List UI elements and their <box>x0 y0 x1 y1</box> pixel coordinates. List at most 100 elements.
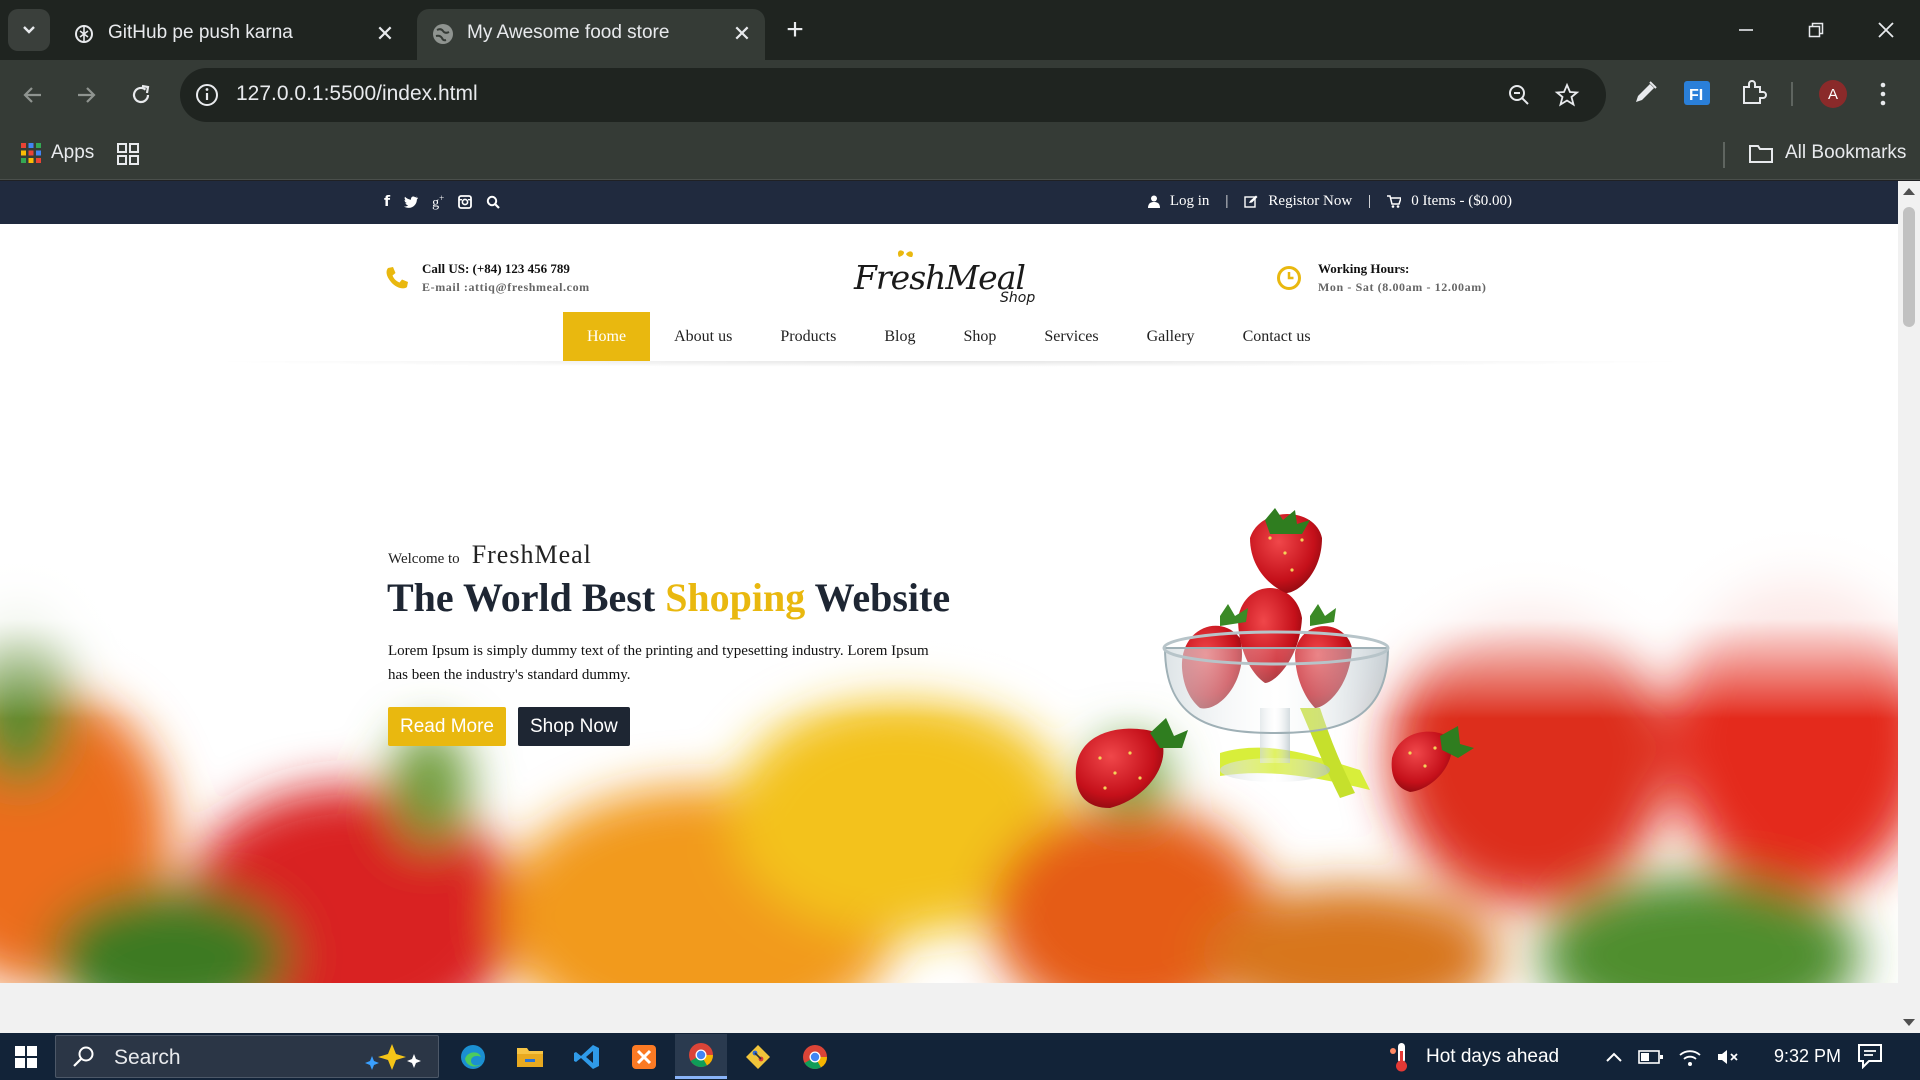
edit-icon <box>1244 195 1258 208</box>
cart-link[interactable]: 0 Items - ($0.00) <box>1411 193 1512 210</box>
address-bar[interactable]: 127.0.0.1:5500/index.html <box>180 68 1606 122</box>
chrome-icon <box>689 1043 713 1068</box>
pen-extension-icon[interactable] <box>1630 78 1660 108</box>
nav-products[interactable]: Products <box>756 312 860 361</box>
shop-now-button[interactable]: Shop Now <box>518 707 630 746</box>
profile-avatar[interactable]: A <box>1819 80 1847 108</box>
clock-icon <box>1277 266 1301 290</box>
site-logo[interactable]: FreshMeal Shop <box>852 246 1042 312</box>
forward-arrow-icon <box>78 87 96 103</box>
hero-headline: The World Best Shoping Website <box>387 574 950 621</box>
nav-shop[interactable]: Shop <box>939 312 1020 361</box>
svg-text:FI: FI <box>1689 87 1703 104</box>
tab-title: GitHub pe push karna <box>108 22 293 43</box>
headline-part: Website <box>805 575 951 620</box>
reload-button[interactable] <box>122 76 160 114</box>
git-icon <box>746 1044 770 1069</box>
taskbar-search[interactable]: Search <box>55 1035 439 1078</box>
new-tab-button[interactable]: + <box>778 13 812 47</box>
minimize-icon <box>1739 29 1753 31</box>
toolbar-divider <box>1791 82 1793 106</box>
headline-highlight: Shoping <box>665 575 806 620</box>
chevron-down-icon <box>23 26 35 34</box>
scroll-up-arrow-icon[interactable] <box>1903 188 1915 195</box>
all-bookmarks-label: All Bookmarks <box>1785 142 1907 163</box>
tab-food-store[interactable]: My Awesome food store ✕ <box>417 9 765 60</box>
separator: | <box>1225 193 1229 209</box>
nav-blog[interactable]: Blog <box>860 312 939 361</box>
minimize-button[interactable] <box>1712 0 1780 60</box>
nav-services[interactable]: Services <box>1020 312 1122 361</box>
chrome-icon <box>803 1044 827 1069</box>
facebook-icon[interactable]: f <box>384 194 390 210</box>
chrome-app-active[interactable] <box>675 1034 727 1079</box>
extensions-icon[interactable] <box>1738 78 1768 108</box>
hero-banner: Welcome to FreshMeal The World Best Shop… <box>0 396 1898 983</box>
restore-button[interactable] <box>1782 0 1850 60</box>
chrome-app[interactable] <box>789 1034 841 1079</box>
hours-value: Mon - Sat (8.00am - 12.00am) <box>1318 280 1487 294</box>
back-arrow-icon <box>23 87 41 103</box>
page-scrollbar[interactable] <box>1898 181 1920 1033</box>
instagram-icon[interactable] <box>458 195 473 210</box>
nav-gallery[interactable]: Gallery <box>1123 312 1219 361</box>
back-button[interactable] <box>14 76 52 114</box>
tab-search-button[interactable] <box>8 9 50 51</box>
all-bookmarks-button[interactable]: All Bookmarks <box>1748 142 1906 164</box>
apps-label: Apps <box>51 142 95 163</box>
search-placeholder: Search <box>114 1046 181 1069</box>
scrollbar-thumb[interactable] <box>1903 207 1915 327</box>
logo-sub: Shop <box>1000 290 1036 306</box>
wifi-icon[interactable] <box>1678 1047 1702 1067</box>
bookmark-star-icon[interactable] <box>1554 82 1580 108</box>
google-plus-icon[interactable]: g+ <box>432 193 444 212</box>
notification-icon <box>1858 1044 1882 1070</box>
file-explorer-icon <box>517 1047 543 1067</box>
hero-description: Lorem Ipsum is simply dummy text of the … <box>388 643 929 683</box>
edge-icon <box>461 1044 485 1069</box>
system-tray: 9:32 PM <box>1604 1033 1841 1080</box>
file-explorer-app[interactable] <box>504 1034 556 1079</box>
globe-icon <box>433 24 453 44</box>
nav-home[interactable]: Home <box>563 312 651 361</box>
strawberries-image <box>1075 508 1474 808</box>
twitter-icon[interactable] <box>404 196 419 209</box>
search-icon[interactable] <box>486 195 500 210</box>
scroll-down-arrow-icon[interactable] <box>1903 1019 1915 1026</box>
register-link[interactable]: Registor Now <box>1268 193 1352 210</box>
notifications-button[interactable] <box>1857 1043 1883 1074</box>
clock-time[interactable]: 9:32 PM <box>1774 1046 1841 1067</box>
tab-github[interactable]: GitHub pe push karna ✕ <box>58 9 408 60</box>
apps-bookmark[interactable]: Apps <box>20 142 94 164</box>
tab-title: My Awesome food store <box>467 22 670 43</box>
zoom-icon[interactable] <box>1506 82 1532 108</box>
welcome-brand: FreshMeal <box>471 540 592 569</box>
read-more-button[interactable]: Read More <box>388 707 506 746</box>
git-app[interactable] <box>732 1034 784 1079</box>
restore-icon <box>1808 22 1824 38</box>
close-tab-icon[interactable]: ✕ <box>729 21 755 47</box>
close-window-button[interactable] <box>1852 0 1920 60</box>
site-info-icon[interactable] <box>194 82 220 108</box>
fi-extension-icon[interactable]: FI <box>1682 78 1712 108</box>
vscode-app[interactable] <box>561 1034 613 1079</box>
chevron-up-icon[interactable] <box>1604 1050 1624 1064</box>
nav-contact-us[interactable]: Contact us <box>1219 312 1335 361</box>
weather-widget[interactable]: Hot days ahead <box>1388 1033 1559 1080</box>
edge-app[interactable] <box>447 1034 499 1079</box>
speaker-muted-icon[interactable] <box>1716 1047 1740 1067</box>
welcome-text: Welcome to <box>388 551 460 567</box>
close-tab-icon[interactable]: ✕ <box>372 21 398 47</box>
start-button[interactable] <box>0 1033 52 1080</box>
nav-about-us[interactable]: About us <box>650 312 756 361</box>
login-link[interactable]: Log in <box>1170 193 1210 210</box>
tab-groups-button[interactable] <box>116 142 140 166</box>
site-header: Call US: (+84) 123 456 789 E-mail :attiq… <box>0 224 1898 396</box>
battery-icon[interactable] <box>1638 1049 1664 1065</box>
social-links: f g+ <box>384 193 500 212</box>
xampp-app[interactable] <box>618 1034 670 1079</box>
menu-kebab-icon[interactable] <box>1876 80 1890 108</box>
forward-button[interactable] <box>67 76 105 114</box>
page-viewport: f g+ Log in | Registor Now | 0 Items - (… <box>0 181 1898 1033</box>
cart-icon <box>1387 195 1402 208</box>
